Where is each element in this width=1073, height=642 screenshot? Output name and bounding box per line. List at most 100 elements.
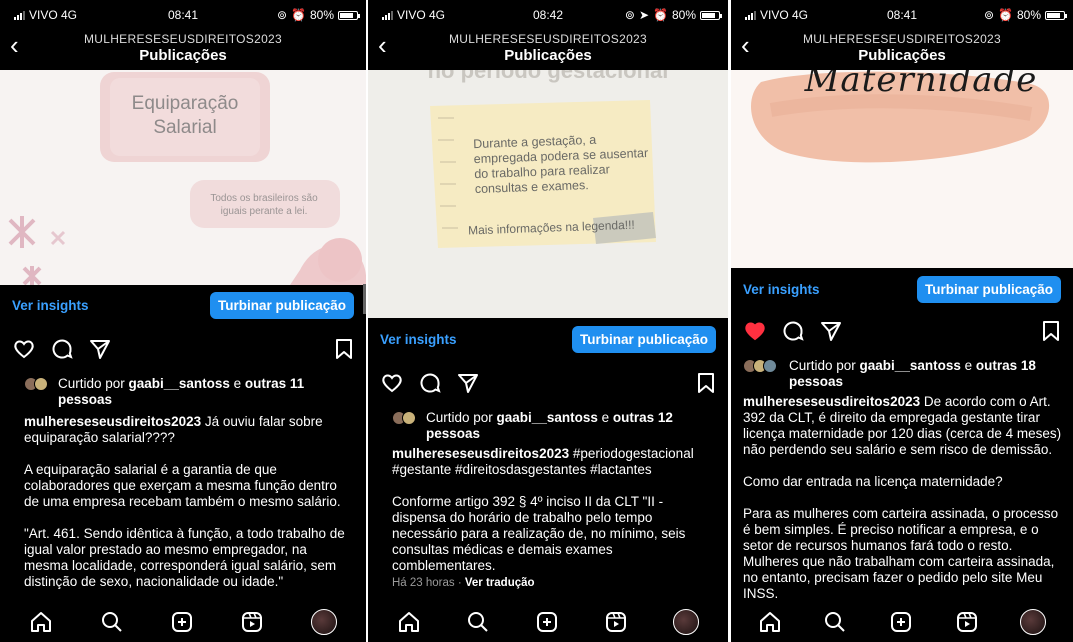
location-icon: ➤ xyxy=(638,8,650,22)
search-icon[interactable] xyxy=(466,610,490,634)
post-image-subtitle: Todos os brasileiros são iguais perante … xyxy=(210,193,318,217)
profile-avatar[interactable] xyxy=(673,609,700,635)
page-header: ‹ MULHERESESEUSDIREITOS2023 Publicações xyxy=(731,26,1073,70)
post-image[interactable]: Maternidade xyxy=(731,70,1073,268)
post-meta: Há 23 horas · Ver tradução xyxy=(392,577,535,589)
caption-username[interactable]: mulhereseseusdireitos2023 xyxy=(743,394,920,409)
new-post-icon[interactable] xyxy=(170,610,194,634)
scrollbar[interactable] xyxy=(363,284,366,314)
comment-icon[interactable] xyxy=(781,319,805,343)
post-image[interactable]: Equiparação Salarial Todos os brasileiro… xyxy=(0,70,366,285)
reels-icon[interactable] xyxy=(955,610,979,634)
phone-screen-2: VIVO 4G 08:42 ⊚ ➤ ⏰ 80% ‹ MULHERESESEUSDIRE… xyxy=(368,0,728,642)
liked-by[interactable]: Curtido por gaabi__santoss e outras 12 p… xyxy=(392,410,716,442)
bookmark-icon[interactable] xyxy=(334,338,354,360)
insights-bar: Ver insights Turbinar publicação xyxy=(0,292,366,319)
insights-bar: Ver insights Turbinar publicação xyxy=(731,276,1073,303)
caption-username[interactable]: mulhereseseusdireitos2023 xyxy=(24,414,201,429)
lock-rotation-icon: ⊚ xyxy=(983,8,995,22)
post-caption: mulhereseseusdireitos2023 #periodogestac… xyxy=(392,446,716,590)
see-translation-link[interactable]: Ver tradução xyxy=(465,577,535,589)
post-caption: mulhereseseusdireitos2023 Já ouviu falar… xyxy=(24,414,354,606)
liked-by[interactable]: Curtido por gaabi__santoss e outras 11 p… xyxy=(24,376,354,408)
bottom-nav xyxy=(368,602,728,642)
bottom-nav xyxy=(0,602,366,642)
caption-paragraph: "Art. 461. Sendo idêntica à função, a to… xyxy=(24,526,345,589)
back-icon[interactable]: ‹ xyxy=(741,32,750,58)
liker-username[interactable]: gaabi__santoss xyxy=(497,410,598,425)
comment-icon[interactable] xyxy=(418,371,442,395)
post-time: Há 23 horas · xyxy=(392,577,465,589)
caption-paragraph: Para as mulheres com carteira assinada, … xyxy=(743,506,1059,601)
alarm-icon: ⏰ xyxy=(653,8,668,22)
caption-paragraph: Como dar entrada na licença maternidade? xyxy=(743,474,1003,489)
lock-rotation-icon: ⊚ xyxy=(276,8,288,22)
liker-avatars xyxy=(24,376,58,392)
battery-icon xyxy=(1045,10,1067,20)
phone-screen-1: VIVO 4G 08:41 ⊚ ⏰ 80% ‹ MULHERESESEUSDIREI… xyxy=(0,0,366,642)
status-bar: VIVO 4G 08:41 ⊚ ⏰ 80% xyxy=(0,0,366,28)
caption-username[interactable]: mulhereseseusdireitos2023 xyxy=(392,446,569,461)
new-post-icon[interactable] xyxy=(535,610,559,634)
page-title: Publicações xyxy=(858,47,946,64)
account-name: MULHERESESEUSDIREITOS2023 xyxy=(448,32,647,46)
caption-paragraph: Conforme artigo 392 § 4º inciso II da CL… xyxy=(392,494,686,573)
page-header: ‹ MULHERESESEUSDIREITOS2023 Publicações xyxy=(368,26,728,70)
heart-icon[interactable] xyxy=(380,371,404,395)
battery-percent: 80% xyxy=(671,8,696,22)
bookmark-icon[interactable] xyxy=(696,372,716,394)
view-insights-link[interactable]: Ver insights xyxy=(12,298,89,313)
account-name: MULHERESESEUSDIREITOS2023 xyxy=(83,32,282,46)
boost-post-button[interactable]: Turbinar publicação xyxy=(916,276,1061,303)
note-text: Durante a gestação, a empregada podera s… xyxy=(473,132,649,197)
liker-username[interactable]: gaabi__santoss xyxy=(860,358,961,373)
post-actions xyxy=(743,318,1061,344)
heart-filled-icon[interactable] xyxy=(743,319,767,343)
share-icon[interactable] xyxy=(456,371,480,395)
liker-username[interactable]: gaabi__santoss xyxy=(129,376,230,391)
view-insights-link[interactable]: Ver insights xyxy=(743,282,820,297)
liker-avatars xyxy=(743,358,789,374)
view-insights-link[interactable]: Ver insights xyxy=(380,332,457,347)
caption-paragraph: A equiparação salarial é a garantia de q… xyxy=(24,462,341,509)
search-icon[interactable] xyxy=(100,610,124,634)
heart-icon[interactable] xyxy=(12,337,36,361)
page-title: Publicações xyxy=(139,47,227,64)
profile-avatar[interactable] xyxy=(1020,609,1047,635)
home-icon[interactable] xyxy=(29,610,53,634)
boost-post-button[interactable]: Turbinar publicação xyxy=(571,326,716,353)
liker-avatars xyxy=(392,410,426,426)
status-bar: VIVO 4G 08:42 ⊚ ➤ ⏰ 80% xyxy=(368,0,728,28)
alarm-icon: ⏰ xyxy=(291,8,306,22)
page-header: ‹ MULHERESESEUSDIREITOS2023 Publicações xyxy=(0,26,366,70)
script-title: Maternidade xyxy=(804,70,1038,100)
back-icon[interactable]: ‹ xyxy=(378,32,387,58)
reels-icon[interactable] xyxy=(240,610,264,634)
page-title: Publicações xyxy=(504,47,592,64)
battery-percent: 80% xyxy=(309,8,334,22)
reels-icon[interactable] xyxy=(604,610,628,634)
share-icon[interactable] xyxy=(819,319,843,343)
new-post-icon[interactable] xyxy=(889,610,913,634)
search-icon[interactable] xyxy=(823,610,847,634)
liked-by[interactable]: Curtido por gaabi__santoss e outras 18 p… xyxy=(743,358,1061,390)
alarm-icon: ⏰ xyxy=(998,8,1013,22)
phone-screen-3: VIVO 4G 08:41 ⊚ ⏰ 80% ‹ MULHERESESEUSDIREI… xyxy=(731,0,1073,642)
comment-icon[interactable] xyxy=(50,337,74,361)
home-icon[interactable] xyxy=(758,610,782,634)
bookmark-icon[interactable] xyxy=(1041,320,1061,342)
profile-avatar[interactable] xyxy=(310,609,337,635)
insights-bar: Ver insights Turbinar publicação xyxy=(368,326,728,353)
lock-rotation-icon: ⊚ xyxy=(624,8,635,22)
post-caption: mulhereseseusdireitos2023 De acordo com … xyxy=(743,394,1067,618)
boost-post-button[interactable]: Turbinar publicação xyxy=(209,292,354,319)
battery-icon xyxy=(700,10,722,20)
battery-icon xyxy=(338,10,360,20)
post-image[interactable]: no período gestacional Durante a gestaçã… xyxy=(368,70,728,318)
battery-percent: 80% xyxy=(1016,8,1041,22)
post-image-title: Equiparação Salarial xyxy=(131,93,239,138)
status-bar: VIVO 4G 08:41 ⊚ ⏰ 80% xyxy=(731,0,1073,28)
home-icon[interactable] xyxy=(397,610,421,634)
back-icon[interactable]: ‹ xyxy=(10,32,19,58)
share-icon[interactable] xyxy=(88,337,112,361)
